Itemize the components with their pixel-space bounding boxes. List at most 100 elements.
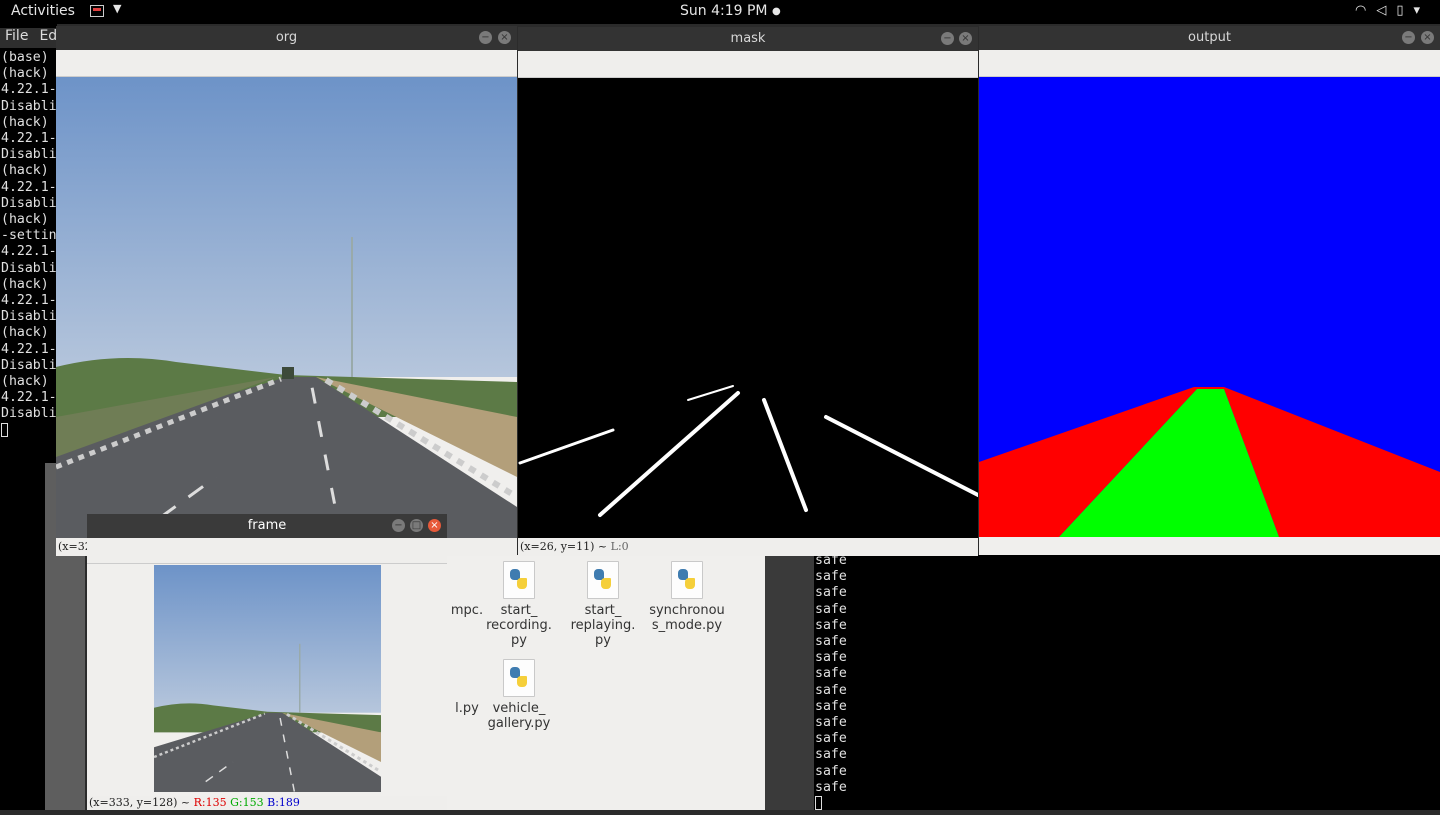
terminal-left-output: (base) (hack) 4.22.1- Disabli (hack) 4.22.1- D… [1,50,57,442]
terminal-line: 4.22.1- [1,131,57,147]
terminal-line: safe [815,779,847,795]
terminal-menubar: File Edi [0,28,61,48]
titlebar[interactable]: mask − × [518,27,978,51]
terminal-line: 4.22.1- [1,390,57,406]
clock-text: Sun 4:19 PM [680,3,768,19]
toolbar [56,50,517,77]
terminal-line: Disabli [1,147,57,163]
window-output[interactable]: output − × [979,26,1440,555]
pixel-green: G:153 [230,796,264,809]
app-menu-icon[interactable] [90,5,104,17]
file-item[interactable]: start_ recording. py [474,561,564,648]
terminal-line: (hack) [1,163,49,179]
terminal-line: safe [815,698,847,714]
terminal-line: safe [815,569,847,585]
terminal-line: (hack) [1,66,49,82]
file-item[interactable]: vehicle_ gallery.py [474,659,564,731]
terminal-line: 4.22.1- [1,82,57,98]
window-title: mask [730,31,766,46]
lane-mask-image [518,78,978,538]
terminal-right-output: safe safe safe safe safe safe safe safe safe safe… [815,553,847,815]
python-file-icon [503,561,535,599]
app-menu-caret-icon[interactable]: ▼ [113,2,121,15]
terminal-line: 4.22.1- [1,244,57,260]
terminal-line: -settin [1,228,57,244]
close-button[interactable]: × [1421,31,1434,44]
terminal-line: (hack) [1,114,49,130]
terminal-line: (base) [1,50,49,65]
cursor-position: (x=26, y=11) ~ [520,540,611,553]
terminal-line: safe [815,747,847,763]
python-file-icon [671,561,703,599]
status-bar: (x=26, y=11) ~ L:0 [518,538,978,556]
file-label: synchronou s_mode.py [649,603,725,633]
terminal-line: 4.22.1- [1,293,57,309]
close-button[interactable]: × [498,31,511,44]
minimize-button[interactable]: − [392,519,405,532]
status-bar: (x=333, y=128) ~ R:135 G:153 B:189 [87,796,447,810]
terminal-line: Disabli [1,260,57,276]
window-title: org [275,30,298,45]
minimize-button[interactable]: − [941,32,954,45]
terminal-line: safe [815,617,847,633]
system-menu-caret-icon: ▾ [1413,3,1430,18]
terminal-right[interactable]: safe safe safe safe safe safe safe safe safe safe… [814,553,1440,811]
close-button[interactable]: × [428,519,441,532]
titlebar[interactable]: output − × [979,26,1440,50]
terminal-line: safe [815,731,847,747]
pixel-red: R:135 [193,796,227,809]
terminal-line: Disabli [1,406,57,422]
terminal-line: (hack) [1,212,49,228]
terminal-line: 4.22.1- [1,179,57,195]
road-photo-small [154,565,381,792]
file-item[interactable]: synchronou s_mode.py [642,561,732,633]
file-label: start_ replaying. py [570,603,636,648]
terminal-line: safe [815,585,847,601]
system-tray[interactable]: ◠◁▯▾ [1355,3,1430,18]
python-file-icon [503,659,535,697]
wifi-icon: ◠ [1354,3,1377,18]
terminal-line: Disabli [1,309,57,325]
battery-icon: ▯ [1396,3,1414,18]
terminal-cursor [815,796,822,811]
road-image [56,77,517,538]
maximize-button[interactable]: □ [410,519,423,532]
terminal-line: Disabli [1,357,57,373]
terminal-line: safe [815,763,847,779]
segmentation-map [979,387,1440,537]
terminal-line: safe [815,666,847,682]
minimize-button[interactable]: − [479,31,492,44]
titlebar[interactable]: frame − □ × [87,514,447,538]
toolbar [87,538,447,564]
terminal-line: (hack) [1,325,49,341]
menu-file[interactable]: File [5,28,28,44]
lane-mask [518,385,978,517]
terminal-line: safe [815,601,847,617]
terminal-line: safe [815,650,847,666]
activities-button[interactable]: Activities [11,3,75,19]
titlebar[interactable]: org − × [56,26,517,50]
close-button[interactable]: × [959,32,972,45]
frame-image [154,565,381,792]
window-frame[interactable]: frame − □ × (x=333, y=128) ~ R:135 G:153… [87,514,447,810]
file-manager-view: mpc. start_ recording. py start_ replaying.… [447,555,765,810]
window-org[interactable]: org − × (x=32 [56,26,517,556]
pixel-value: L:0 [610,540,629,553]
python-file-icon [587,561,619,599]
toolbar [518,51,978,78]
minimize-button[interactable]: − [1402,31,1415,44]
pixel-blue: B:189 [267,796,300,809]
terminal-line: safe [815,715,847,731]
clock[interactable]: Sun 4:19 PM ● [680,3,781,19]
terminal-line: 4.22.1- [1,341,57,357]
terminal-line: Disabli [1,98,57,114]
segmentation-output [979,77,1440,537]
road-photo [56,77,517,538]
file-item[interactable]: start_ replaying. py [558,561,648,648]
terminal-cursor [1,422,8,437]
terminal-line: safe [815,682,847,698]
terminal-line: safe [815,634,847,650]
window-mask[interactable]: mask − × (x=26, y=11) ~ L:0 [518,27,978,556]
volume-muted-icon: ◁ [1376,3,1397,18]
file-label: vehicle_ gallery.py [487,701,551,731]
